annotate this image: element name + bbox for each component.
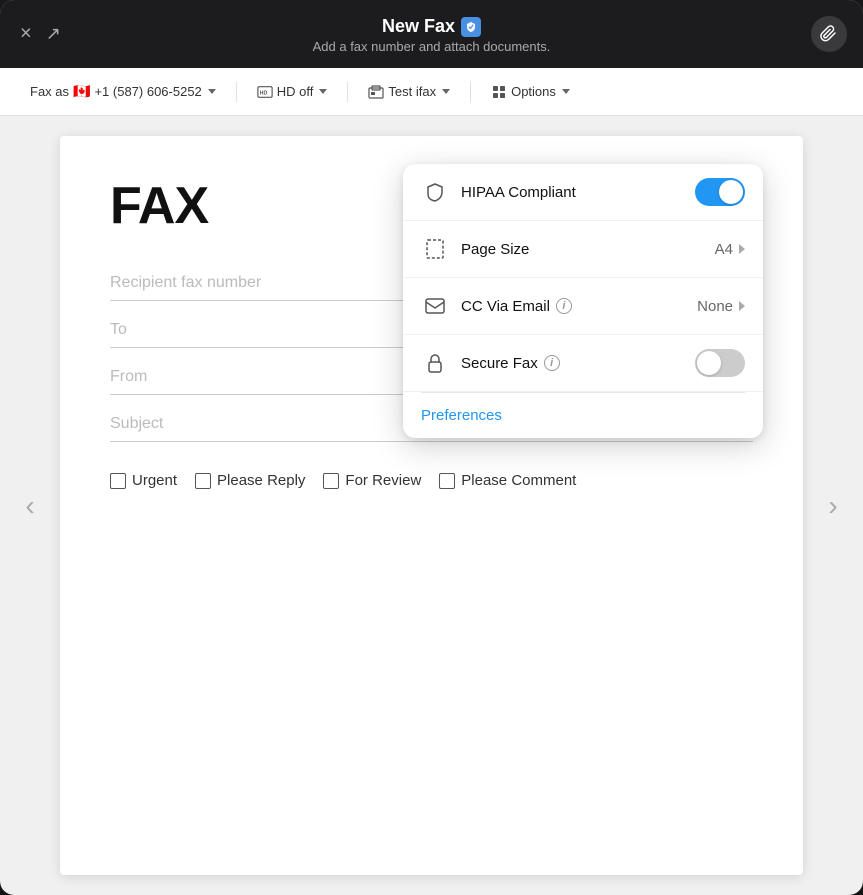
dropdown-item-secure-fax[interactable]: Secure Fax i xyxy=(403,335,763,392)
title-bar: × ↗ New Fax Add a fax number and attach … xyxy=(0,0,863,68)
shield-icon xyxy=(421,178,449,206)
checkbox-please-reply[interactable]: Please Reply xyxy=(195,472,305,489)
info-icon: i xyxy=(544,355,560,371)
close-button[interactable]: × xyxy=(20,23,32,46)
options-label: Options xyxy=(511,84,556,99)
secure-fax-toggle[interactable] xyxy=(695,349,745,377)
checkbox-urgent-box xyxy=(110,473,126,489)
hipaa-toggle[interactable] xyxy=(695,178,745,206)
chevron-down-icon xyxy=(442,89,450,94)
page-size-value: A4 xyxy=(715,241,733,258)
ifax-icon xyxy=(368,85,384,99)
main-content: ‹ FAX Urgent Please Reply For Revie xyxy=(0,116,863,895)
email-icon xyxy=(421,292,449,320)
shield-badge-icon xyxy=(461,17,481,37)
preferences-link[interactable]: Preferences xyxy=(403,393,763,438)
grid-icon xyxy=(491,85,507,99)
chevron-down-icon xyxy=(208,89,216,94)
attach-button[interactable] xyxy=(811,16,847,52)
hd-icon: HD xyxy=(257,85,273,99)
chevron-down-icon xyxy=(319,89,327,94)
toolbar-divider-2 xyxy=(347,82,348,102)
lock-icon xyxy=(421,349,449,377)
chevron-down-icon xyxy=(562,89,570,94)
cc-email-value: None xyxy=(697,298,733,315)
test-label: Test ifax xyxy=(388,84,436,99)
checkboxes-row: Urgent Please Reply For Review Please Co… xyxy=(110,472,753,489)
title-bar-controls: × ↗ xyxy=(20,23,61,46)
checkbox-for-review[interactable]: For Review xyxy=(323,472,421,489)
fax-number: +1 (587) 606-5252 xyxy=(94,84,201,99)
flag-icon: 🇨🇦 xyxy=(73,83,90,100)
toolbar: Fax as 🇨🇦 +1 (587) 606-5252 HD HD off xyxy=(0,68,863,116)
options-button[interactable]: Options xyxy=(481,79,580,104)
page-size-label: Page Size xyxy=(461,241,715,258)
cc-email-label: CC Via Email i xyxy=(461,298,697,315)
test-ifax-button[interactable]: Test ifax xyxy=(358,79,460,104)
app-window: × ↗ New Fax Add a fax number and attach … xyxy=(0,0,863,895)
checkbox-please-comment[interactable]: Please Comment xyxy=(439,472,576,489)
dropdown-item-cc-email[interactable]: CC Via Email i None xyxy=(403,278,763,335)
secure-fax-label: Secure Fax i xyxy=(461,355,695,372)
dropdown-item-hipaa[interactable]: HIPAA Compliant xyxy=(403,164,763,221)
chevron-right-icon xyxy=(739,301,745,311)
nav-arrow-right[interactable]: › xyxy=(817,490,849,522)
chevron-right-icon xyxy=(739,244,745,254)
svg-text:HD: HD xyxy=(259,90,267,96)
dropdown-item-page-size[interactable]: Page Size A4 xyxy=(403,221,763,278)
hipaa-label: HIPAA Compliant xyxy=(461,184,695,201)
toolbar-divider-1 xyxy=(236,82,237,102)
window-title: New Fax xyxy=(20,16,843,37)
page-size-icon xyxy=(421,235,449,263)
checkbox-urgent[interactable]: Urgent xyxy=(110,472,177,489)
checkbox-please-comment-box xyxy=(439,473,455,489)
fax-as-label: Fax as xyxy=(30,84,69,99)
options-dropdown: HIPAA Compliant Page Size A4 xyxy=(403,164,763,438)
resize-button[interactable]: ↗ xyxy=(46,24,61,45)
nav-arrow-left[interactable]: ‹ xyxy=(14,490,46,522)
checkbox-please-reply-box xyxy=(195,473,211,489)
fax-as-button[interactable]: Fax as 🇨🇦 +1 (587) 606-5252 xyxy=(20,78,226,105)
info-icon: i xyxy=(556,298,572,314)
hd-button[interactable]: HD HD off xyxy=(247,79,338,104)
hd-label: HD off xyxy=(277,84,314,99)
toolbar-divider-3 xyxy=(470,82,471,102)
window-subtitle: Add a fax number and attach documents. xyxy=(20,39,843,54)
checkbox-for-review-box xyxy=(323,473,339,489)
